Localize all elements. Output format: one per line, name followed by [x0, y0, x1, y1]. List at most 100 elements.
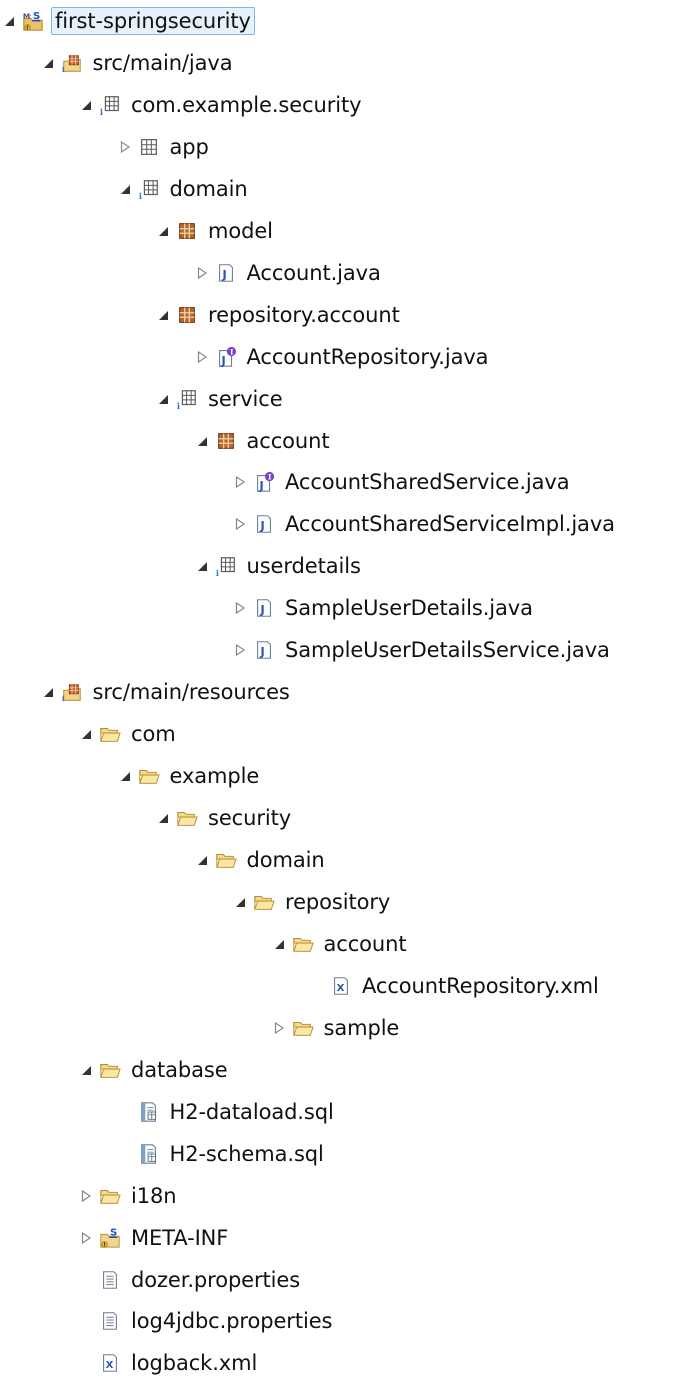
collapsed-arrow-icon[interactable] [79, 1186, 93, 1206]
folder-open-icon [292, 932, 314, 956]
collapsed-arrow-icon[interactable] [195, 347, 209, 367]
expanded-arrow-icon[interactable] [118, 766, 132, 786]
tree-item[interactable]: i18n [79, 1175, 179, 1217]
tree-item[interactable]: i userdetails [195, 545, 364, 587]
svg-text:J: J [259, 603, 264, 617]
tree-item-label: logback.xml [131, 1351, 258, 1376]
properties-file-icon [99, 1268, 121, 1292]
java-interface-file-icon: JI [253, 470, 275, 494]
tree-item[interactable]: J AccountSharedServiceImpl.java [233, 503, 618, 545]
tree-item-label: com.example.security [131, 92, 362, 117]
tree-item[interactable]: i src/main/resources [41, 671, 293, 713]
tree-item[interactable]: M: S! first-springsecurity [2, 0, 255, 42]
svg-text:i: i [61, 65, 64, 74]
java-file-icon: J [253, 596, 275, 620]
tree-item-label: META-INF [131, 1225, 229, 1250]
svg-text:i: i [215, 568, 218, 578]
xml-file-icon: X [330, 974, 352, 998]
folder-open-icon [176, 806, 198, 830]
tree-item-label: domain [246, 848, 325, 872]
tree-item-label: first-springsecurity [51, 7, 255, 35]
svg-text:S: S [110, 1227, 117, 1238]
tree-item[interactable]: J Account.java [195, 252, 384, 294]
svg-text:!: ! [103, 1242, 106, 1248]
tree-item[interactable]: security [156, 797, 294, 839]
tree-item[interactable]: Xlogback.xml [79, 1342, 260, 1384]
collapsed-arrow-icon[interactable] [118, 137, 132, 157]
tree-item-label: userdetails [246, 554, 361, 579]
sql-file-icon [138, 1100, 160, 1124]
expanded-arrow-icon[interactable] [195, 431, 209, 451]
expanded-arrow-icon[interactable] [156, 221, 170, 241]
tree-item[interactable]: com [79, 713, 179, 755]
tree-item-label: service [208, 386, 283, 411]
expanded-arrow-icon[interactable] [233, 892, 247, 912]
tree-item[interactable]: J SampleUserDetailsService.java [233, 629, 613, 671]
tree-item[interactable]: J I AccountSharedService.java [233, 461, 573, 503]
tree-item[interactable]: dozer.properties [79, 1259, 303, 1301]
tree-item[interactable]: repository.account [156, 294, 403, 336]
tree-item[interactable]: i src/main/java [41, 42, 236, 84]
tree-item[interactable]: domain [195, 839, 328, 881]
collapsed-arrow-icon[interactable] [233, 472, 247, 492]
collapsed-arrow-icon[interactable] [195, 263, 209, 283]
expanded-arrow-icon[interactable] [272, 934, 286, 954]
tree-item[interactable]: H2-schema.sql [118, 1133, 327, 1175]
tree-item[interactable]: i com.example.security [79, 84, 364, 126]
tree-item-label: example [169, 764, 260, 789]
expanded-arrow-icon[interactable] [79, 1060, 93, 1080]
java-interface-file-icon: JI [215, 345, 237, 369]
tree-item[interactable]: app [118, 126, 212, 168]
tree-item[interactable]: model [156, 210, 276, 252]
tree-item-label: log4jdbc.properties [131, 1309, 333, 1334]
expanded-arrow-icon[interactable] [156, 305, 170, 325]
collapsed-arrow-icon[interactable] [233, 598, 247, 618]
expanded-arrow-icon[interactable] [41, 53, 55, 73]
expanded-arrow-icon[interactable] [195, 850, 209, 870]
expanded-arrow-icon[interactable] [2, 11, 16, 31]
collapsed-arrow-icon[interactable] [233, 640, 247, 660]
tree-item[interactable]: account [272, 923, 410, 965]
tree-item[interactable]: sample [272, 1007, 403, 1049]
expanded-arrow-icon[interactable] [79, 724, 93, 744]
expanded-arrow-icon[interactable] [156, 389, 170, 409]
tree-item[interactable]: example [118, 755, 263, 797]
tree-item[interactable]: log4jdbc.properties [79, 1300, 335, 1342]
tree-item[interactable]: X AccountRepository.xml [310, 965, 602, 1007]
project-explorer-tree: M: S! first-springsecurity i src/main/java i c… [0, 0, 682, 1382]
source-folder-icon: i [61, 680, 83, 704]
svg-text:X: X [106, 1360, 114, 1371]
tree-item-label: AccountSharedService.java [285, 470, 570, 495]
expanded-arrow-icon[interactable] [156, 808, 170, 828]
svg-text:X: X [337, 983, 345, 994]
expanded-arrow-icon[interactable] [79, 95, 93, 115]
collapsed-arrow-icon[interactable] [272, 1018, 286, 1038]
tree-item[interactable]: S! META-INF [79, 1217, 231, 1259]
expanded-arrow-icon[interactable] [118, 179, 132, 199]
tree-item-label: SampleUserDetails.java [285, 596, 533, 621]
tree-item[interactable]: J SampleUserDetails.java [233, 587, 536, 629]
tree-item-label: AccountSharedServiceImpl.java [285, 512, 615, 537]
tree-item[interactable]: account [195, 420, 333, 462]
collapsed-arrow-icon[interactable] [79, 1228, 93, 1248]
tree-item[interactable]: i domain [118, 168, 251, 210]
expanded-arrow-icon[interactable] [41, 682, 55, 702]
maven-spring-project-icon: M: S! [22, 9, 44, 33]
tree-item[interactable]: database [79, 1049, 231, 1091]
svg-text:i: i [100, 107, 103, 117]
tree-item[interactable]: repository [233, 881, 393, 923]
tree-item-label: src/main/java [92, 50, 233, 75]
expanded-arrow-icon[interactable] [195, 556, 209, 576]
tree-item[interactable]: i service [156, 378, 286, 420]
package-info-icon: i [99, 93, 121, 117]
tree-item-label: H2-dataload.sql [169, 1099, 334, 1124]
java-file-icon: J [215, 261, 237, 285]
svg-text::: : [29, 12, 31, 20]
collapsed-arrow-icon[interactable] [233, 514, 247, 534]
tree-item[interactable]: H2-dataload.sql [118, 1091, 337, 1133]
tree-item-label: AccountRepository.xml [362, 973, 599, 998]
svg-text:J: J [220, 353, 225, 367]
tree-item[interactable]: J I AccountRepository.java [195, 336, 492, 378]
